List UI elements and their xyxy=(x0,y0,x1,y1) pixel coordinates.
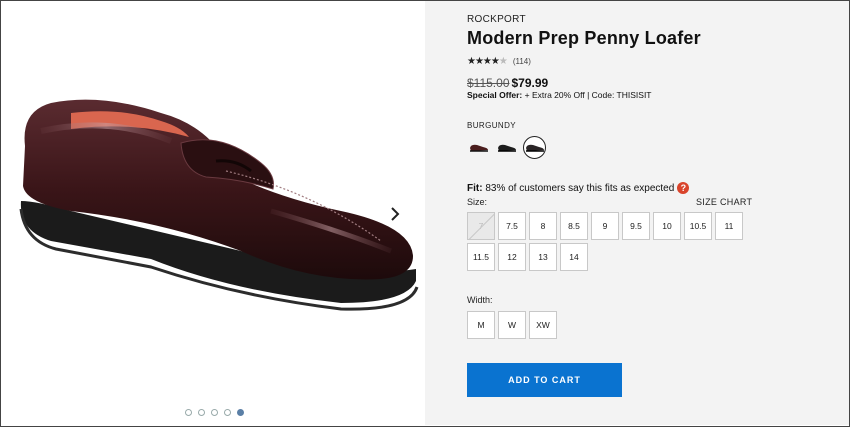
gallery-dot[interactable] xyxy=(224,409,231,416)
size-option[interactable]: 13 xyxy=(529,243,557,271)
sale-price: $79.99 xyxy=(511,76,549,90)
size-option[interactable]: 7.5 xyxy=(498,212,526,240)
size-options: 7 7.5 8 8.5 9 9.5 10 10.5 11 11.5 12 13 14 xyxy=(467,212,757,271)
size-option[interactable]: 9.5 xyxy=(622,212,650,240)
next-image-arrow-icon[interactable] xyxy=(386,205,404,223)
fit-text: 83% of customers say this fits as expect… xyxy=(482,182,675,194)
offer-label: Special Offer: xyxy=(467,90,523,100)
size-option[interactable]: 10 xyxy=(653,212,681,240)
product-gallery xyxy=(1,1,425,425)
color-swatches xyxy=(467,136,546,159)
width-option[interactable]: W xyxy=(498,311,526,339)
size-option[interactable]: 11 xyxy=(715,212,743,240)
brand-name: ROCKPORT xyxy=(467,14,526,25)
gallery-dot[interactable] xyxy=(198,409,205,416)
product-details-panel: ROCKPORT Modern Prep Penny Loafer ★★★★★ … xyxy=(425,1,849,425)
rating-stars-icon: ★★★★★ xyxy=(467,56,508,67)
size-option[interactable]: 7 xyxy=(467,212,495,240)
product-image xyxy=(11,91,421,331)
swatch-burgundy[interactable] xyxy=(467,136,490,159)
color-name: BURGUNDY xyxy=(467,121,516,130)
swatch-black[interactable] xyxy=(495,136,518,159)
review-count[interactable]: (114) xyxy=(513,57,531,66)
original-price: $115.00 xyxy=(467,76,510,90)
fit-info: Fit: 83% of customers say this fits as e… xyxy=(467,182,690,194)
gallery-dot[interactable] xyxy=(211,409,218,416)
size-option[interactable]: 8.5 xyxy=(560,212,588,240)
size-option[interactable]: 14 xyxy=(560,243,588,271)
product-title: Modern Prep Penny Loafer xyxy=(467,28,701,48)
size-option[interactable]: 10.5 xyxy=(684,212,712,240)
fit-label: Fit: xyxy=(467,182,483,194)
size-option[interactable]: 9 xyxy=(591,212,619,240)
size-label: Size: xyxy=(467,197,488,207)
gallery-dot[interactable] xyxy=(185,409,192,416)
size-option[interactable]: 11.5 xyxy=(467,243,495,271)
swatch-selected[interactable] xyxy=(523,136,546,159)
size-option[interactable]: 8 xyxy=(529,212,557,240)
size-chart-link[interactable]: SIZE CHART xyxy=(696,197,752,207)
width-options: M W XW xyxy=(467,311,557,339)
price-block: $115.00 $79.99 xyxy=(467,76,548,90)
width-label: Width: xyxy=(467,295,493,305)
gallery-dot-active[interactable] xyxy=(237,409,244,416)
offer-text: + Extra 20% Off | Code: THISISIT xyxy=(522,90,652,100)
width-option[interactable]: M xyxy=(467,311,495,339)
special-offer: Special Offer: + Extra 20% Off | Code: T… xyxy=(467,90,652,100)
gallery-dots xyxy=(185,409,244,416)
size-option[interactable]: 12 xyxy=(498,243,526,271)
product-rating[interactable]: ★★★★★ (114) xyxy=(467,56,531,67)
add-to-cart-button[interactable]: ADD TO CART xyxy=(467,363,622,397)
help-icon[interactable]: ? xyxy=(677,182,690,194)
width-option[interactable]: XW xyxy=(529,311,557,339)
